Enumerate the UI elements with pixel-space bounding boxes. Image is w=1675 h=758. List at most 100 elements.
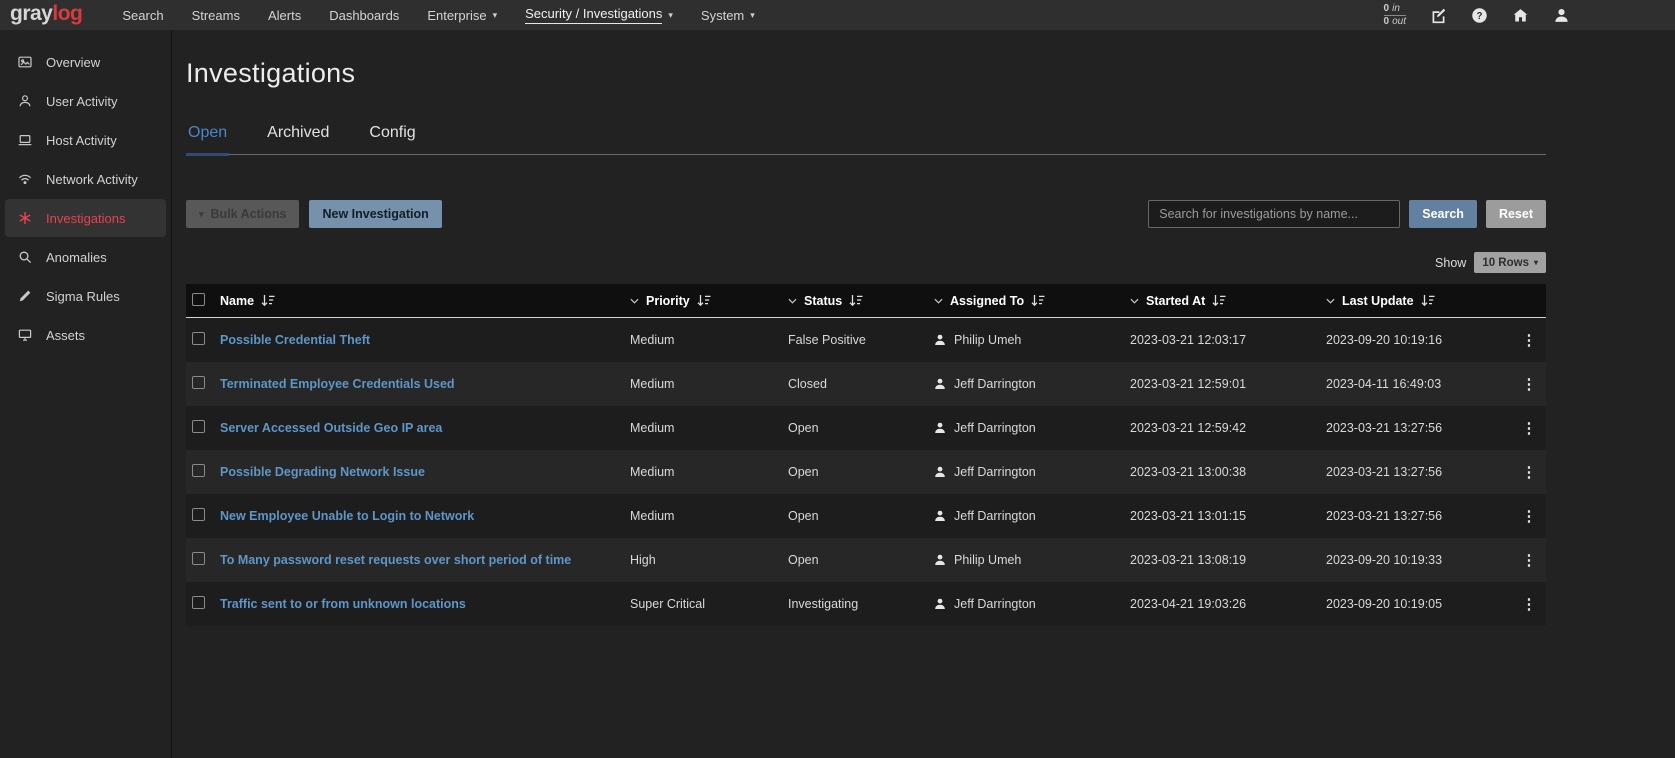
sidebar-item-user-activity[interactable]: User Activity [5,82,166,120]
last-update-cell: 2023-03-21 13:27:56 [1326,509,1512,523]
sidebar-item-assets[interactable]: Assets [5,316,166,354]
filter-chevron-icon[interactable] [630,298,639,304]
table-row: Server Accessed Outside Geo IP areaMediu… [186,406,1546,450]
row-checkbox[interactable] [192,596,205,609]
sidebar-item-host-activity[interactable]: Host Activity [5,121,166,159]
nav-item-security-investigations[interactable]: Security / Investigations▾ [511,6,687,24]
sidebar-item-network-activity[interactable]: Network Activity [5,160,166,198]
investigation-name-link[interactable]: Traffic sent to or from unknown location… [220,597,466,611]
priority-cell: Super Critical [630,597,788,611]
graylog-logo[interactable]: graylog [10,2,82,26]
status-cell: Open [788,421,934,435]
status-cell: Open [788,553,934,567]
row-menu-button[interactable]: ⋮ [1516,551,1543,569]
filter-chevron-icon[interactable] [1130,298,1139,304]
status-value: Open [788,509,819,523]
last-update-value: 2023-03-21 13:27:56 [1326,509,1442,523]
nav-item-dashboards[interactable]: Dashboards [315,8,413,23]
investigation-name-link[interactable]: To Many password reset requests over sho… [220,553,571,567]
status-value: Investigating [788,597,858,611]
sidebar-item-label: Overview [46,55,100,70]
chevron-down-icon: ▾ [199,209,204,220]
row-checkbox[interactable] [192,376,205,389]
sort-icon[interactable] [261,294,275,307]
investigation-name-link[interactable]: Server Accessed Outside Geo IP area [220,421,442,435]
row-checkbox[interactable] [192,332,205,345]
row-checkbox[interactable] [192,508,205,521]
row-menu-button[interactable]: ⋮ [1516,375,1543,393]
sidebar-item-sigma-rules[interactable]: Sigma Rules [5,277,166,315]
tab-open[interactable]: Open [186,124,229,156]
sort-icon[interactable] [849,294,863,307]
rows-per-page-dropdown[interactable]: 10 Rows ▾ [1474,252,1546,273]
reset-button[interactable]: Reset [1486,200,1546,228]
row-checkbox[interactable] [192,552,205,565]
column-header-priority[interactable]: Priority [630,294,788,308]
search-button[interactable]: Search [1409,200,1477,228]
select-cell [186,596,220,612]
sidebar-item-anomalies[interactable]: Anomalies [5,238,166,276]
investigation-name-link[interactable]: Possible Credential Theft [220,333,370,347]
nav-item-enterprise[interactable]: Enterprise▾ [413,8,511,23]
nav-item-alerts[interactable]: Alerts [254,8,315,23]
started-at-value: 2023-04-21 19:03:26 [1130,597,1246,611]
priority-value: High [630,553,656,567]
column-header-started_at[interactable]: Started At [1130,294,1326,308]
select-cell [186,376,220,392]
search-input[interactable] [1148,200,1400,228]
select-cell [186,332,220,348]
select-all-checkbox[interactable] [192,293,205,306]
filter-chevron-icon[interactable] [788,298,797,304]
nav-item-label: Alerts [268,8,301,23]
filter-chevron-icon[interactable] [1326,298,1335,304]
column-header-name[interactable]: Name [220,294,630,308]
sort-icon[interactable] [1212,294,1226,307]
filter-chevron-icon[interactable] [934,298,943,304]
row-menu-button[interactable]: ⋮ [1516,507,1543,525]
nav-item-label: Enterprise [427,8,486,23]
column-header-status[interactable]: Status [788,294,934,308]
user-icon[interactable] [1553,7,1570,24]
bulk-actions-label: Bulk Actions [211,207,287,221]
tab-config[interactable]: Config [367,124,417,156]
column-header-assigned_to[interactable]: Assigned To [934,294,1130,308]
user-activity-icon [17,93,33,109]
sort-icon[interactable] [1031,294,1045,307]
bulk-actions-button[interactable]: ▾ Bulk Actions [186,200,299,228]
started-at-cell: 2023-03-21 12:03:17 [1130,333,1326,347]
sidebar-item-label: User Activity [46,94,118,109]
investigation-name-link[interactable]: New Employee Unable to Login to Network [220,509,474,523]
investigations-icon [17,210,33,226]
actions-cell: ⋮ [1512,331,1546,349]
nav-item-streams[interactable]: Streams [178,8,254,23]
row-menu-button[interactable]: ⋮ [1516,331,1543,349]
compose-icon[interactable] [1430,7,1447,24]
row-checkbox[interactable] [192,420,205,433]
sidebar-item-investigations[interactable]: Investigations [5,199,166,237]
investigation-name-link[interactable]: Possible Degrading Network Issue [220,465,425,479]
priority-cell: Medium [630,509,788,523]
throughput-indicator[interactable]: 0in 0out [1384,3,1406,27]
logo-text-gray: gray [10,2,52,25]
started-at-cell: 2023-03-21 12:59:01 [1130,377,1326,391]
new-investigation-button[interactable]: New Investigation [309,200,441,228]
investigation-name-link[interactable]: Terminated Employee Credentials Used [220,377,455,391]
sidebar-item-overview[interactable]: Overview [5,43,166,81]
row-menu-button[interactable]: ⋮ [1516,463,1543,481]
help-icon[interactable]: ? [1471,7,1488,24]
nav-item-system[interactable]: System▾ [687,8,769,23]
throughput-in-value: 0 [1384,3,1390,14]
started-at-value: 2023-03-21 12:59:42 [1130,421,1246,435]
started-at-value: 2023-03-21 13:01:15 [1130,509,1246,523]
sort-icon[interactable] [1421,294,1435,307]
row-menu-button[interactable]: ⋮ [1516,595,1543,613]
sidebar-item-label: Network Activity [46,172,138,187]
tab-archived[interactable]: Archived [265,124,331,156]
sort-icon[interactable] [697,294,711,307]
table-row: Possible Credential TheftMediumFalse Pos… [186,318,1546,362]
nav-item-search[interactable]: Search [108,8,177,23]
home-icon[interactable] [1512,7,1529,24]
column-header-last_update[interactable]: Last Update [1326,294,1512,308]
row-menu-button[interactable]: ⋮ [1516,419,1543,437]
row-checkbox[interactable] [192,464,205,477]
